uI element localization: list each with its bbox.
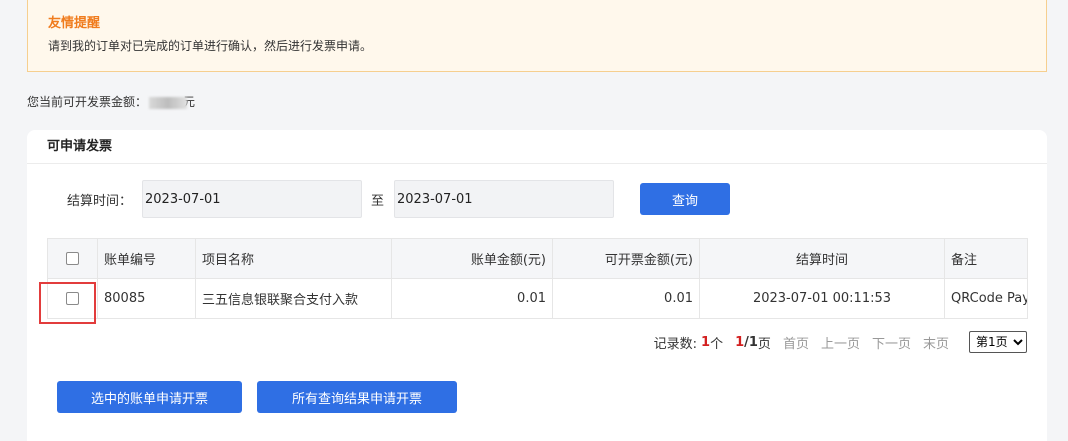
select-all-checkbox[interactable] (66, 252, 79, 265)
header-invoiceable-amount: 可开票金额(元) (552, 238, 700, 279)
table-row: 80085 三五信息银联聚合支付入款 0.01 0.01 2023-07-01 … (47, 278, 1028, 319)
row-checkbox-cell (47, 278, 98, 319)
header-bill-amount: 账单金额(元) (391, 238, 553, 279)
notice-box: 友情提醒 请到我的订单对已完成的订单进行确认，然后进行发票申请。 (27, 0, 1047, 72)
bill-table: 账单编号 项目名称 账单金额(元) 可开票金额(元) 结算时间 备注 80085… (47, 238, 1028, 319)
pages-unit: 页 (757, 336, 771, 352)
settle-time-label: 结算时间： (67, 194, 133, 209)
header-note: 备注 (944, 238, 1028, 279)
next-page-link[interactable]: 下一页 (872, 333, 911, 352)
pagination: 记录数: 1 个 1 /1 页 首页 上一页 下一页 末页 第1页 (654, 331, 1027, 353)
cell-note: QRCode Pay (944, 278, 1028, 319)
header-project-name: 项目名称 (195, 238, 392, 279)
row-checkbox[interactable] (66, 292, 79, 305)
last-page-link[interactable]: 末页 (923, 333, 949, 352)
page-select[interactable]: 第1页 (969, 331, 1027, 353)
current-page: 1 (735, 334, 745, 350)
apply-selected-button[interactable]: 选中的账单申请开票 (57, 381, 242, 413)
records-unit: 个 (710, 336, 724, 352)
invoice-amount-label: 您当前可开发票金额： (27, 95, 148, 109)
notice-title: 友情提醒 (48, 16, 101, 31)
query-button[interactable]: 查询 (640, 183, 730, 215)
end-date-input[interactable] (394, 180, 614, 218)
table-header-row: 账单编号 项目名称 账单金额(元) 可开票金额(元) 结算时间 备注 (47, 238, 1028, 279)
invoice-amount-redacted (149, 96, 188, 109)
invoice-amount-line: 您当前可开发票金额：元 (27, 92, 195, 112)
total-pages: /1 (744, 334, 758, 350)
prev-page-link[interactable]: 上一页 (821, 333, 860, 352)
cell-invoiceable-amount: 0.01 (552, 278, 700, 319)
filter-bar: 结算时间： 至 查询 (27, 180, 1047, 218)
cell-project-name: 三五信息银联聚合支付入款 (195, 278, 392, 319)
cell-settle-time: 2023-07-01 00:11:53 (699, 278, 945, 319)
cell-bill-no: 80085 (97, 278, 196, 319)
date-range-separator: 至 (371, 194, 385, 209)
apply-all-button[interactable]: 所有查询结果申请开票 (257, 381, 457, 413)
header-settle-time: 结算时间 (699, 238, 945, 279)
records-count: 1 (701, 334, 711, 350)
records-label: 记录数: (653, 336, 698, 352)
panel-title: 可申请发票 (27, 130, 1047, 164)
start-date-input[interactable] (142, 180, 362, 218)
cell-bill-amount: 0.01 (391, 278, 553, 319)
notice-text: 请到我的订单对已完成的订单进行确认，然后进行发票申请。 (48, 39, 373, 53)
first-page-link[interactable]: 首页 (783, 333, 809, 352)
header-bill-no: 账单编号 (97, 238, 196, 279)
header-checkbox-cell (47, 238, 98, 279)
